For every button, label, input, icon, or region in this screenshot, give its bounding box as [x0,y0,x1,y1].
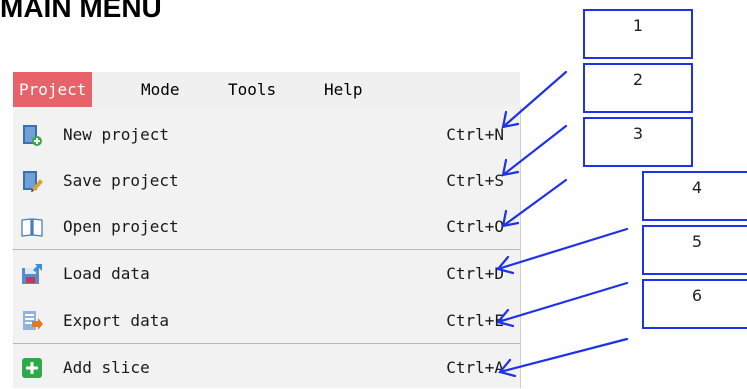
callout-number-4: 4 [691,178,703,197]
callout-box-4: 4 [642,171,747,221]
callout-box-3: 3 [583,117,693,167]
callout-box-1: 1 [583,9,693,59]
callout-arrow-3 [501,178,568,228]
callout-arrow-4 [496,227,629,271]
callout-box-5: 5 [642,225,747,275]
callout-arrow-2 [501,124,568,177]
callout-arrow-5 [496,281,629,324]
callout-number-3: 3 [632,124,644,143]
callout-number-1: 1 [632,16,644,35]
callout-box-2: 2 [583,63,693,113]
callout-number-5: 5 [691,232,703,251]
callout-box-6: 6 [642,279,747,329]
callout-number-2: 2 [632,70,644,89]
callout-arrow-1 [501,70,568,129]
callout-number-6: 6 [691,286,703,305]
callout-arrow-6 [498,337,629,374]
